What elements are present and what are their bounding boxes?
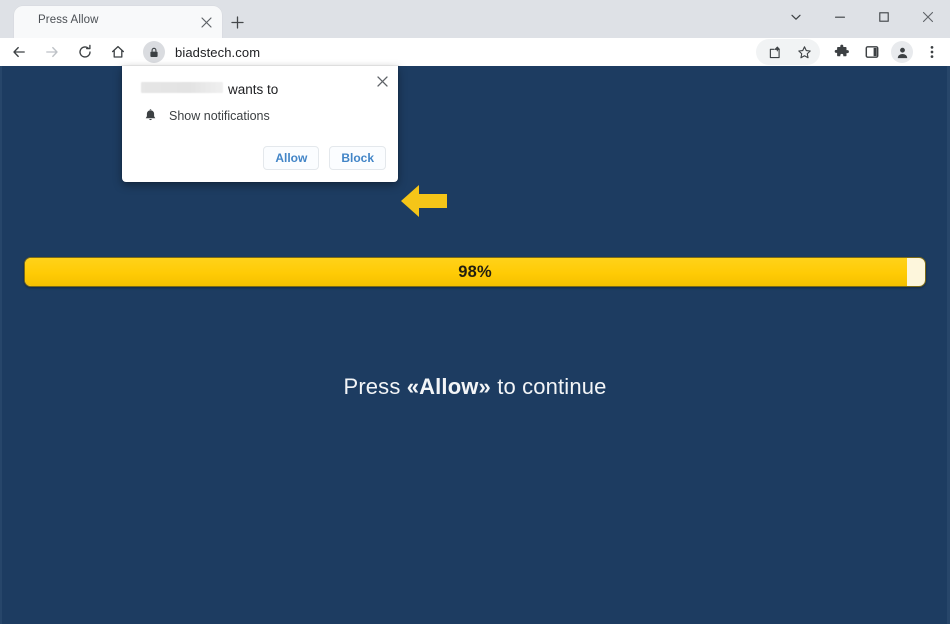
progress-percent-label: 98% xyxy=(458,262,492,281)
redacted-site-name xyxy=(141,82,223,93)
minimize-icon[interactable] xyxy=(818,0,862,34)
headline-before: Press xyxy=(343,374,407,399)
download-progress-bar: 98% xyxy=(24,257,926,287)
browser-window: Press Allow biadstech.com 98% Press «All… xyxy=(0,0,950,624)
headline-emphasis: «Allow» xyxy=(406,374,491,399)
dialog-title: wants to xyxy=(141,82,278,97)
lock-icon[interactable] xyxy=(143,41,165,63)
bell-icon xyxy=(141,107,159,125)
tab-press-allow[interactable]: Press Allow xyxy=(14,6,222,38)
share-icon[interactable] xyxy=(760,38,788,66)
side-panel-icon[interactable] xyxy=(858,38,886,66)
tab-strip: Press Allow xyxy=(0,0,950,38)
press-allow-headline: Press «Allow» to continue xyxy=(0,374,950,400)
forward-arrow-icon[interactable] xyxy=(38,38,66,66)
tab-title: Press Allow xyxy=(38,14,99,26)
page-scrollbar[interactable] xyxy=(940,66,947,624)
viewport-left-edge xyxy=(0,66,2,624)
home-icon[interactable] xyxy=(104,38,132,66)
close-window-icon[interactable] xyxy=(906,0,950,34)
allow-button[interactable]: Allow xyxy=(263,146,320,170)
tab-close-icon[interactable] xyxy=(198,14,214,30)
browser-chrome: Press Allow biadstech.com xyxy=(0,0,950,66)
dialog-actions: Allow Block xyxy=(263,146,386,170)
permission-label: Show notifications xyxy=(169,109,270,123)
left-arrow-icon xyxy=(398,182,450,220)
headline-after: to continue xyxy=(490,374,607,399)
star-icon[interactable] xyxy=(790,38,818,66)
browser-toolbar: biadstech.com xyxy=(0,38,950,66)
dialog-title-suffix: wants to xyxy=(228,82,279,97)
omnibox-action-pill xyxy=(756,39,820,65)
dialog-close-icon[interactable] xyxy=(372,71,392,91)
block-button[interactable]: Block xyxy=(329,146,386,170)
url-text[interactable]: biadstech.com xyxy=(175,45,260,60)
address-bar[interactable]: biadstech.com xyxy=(141,40,750,64)
permission-row: Show notifications xyxy=(141,107,270,125)
puzzle-icon[interactable] xyxy=(828,38,856,66)
window-controls xyxy=(774,0,950,34)
toolbar-actions xyxy=(756,38,950,66)
reload-icon[interactable] xyxy=(71,38,99,66)
new-tab-button[interactable] xyxy=(224,10,250,34)
profile-avatar-icon[interactable] xyxy=(888,38,916,66)
three-dot-menu-icon[interactable] xyxy=(918,38,946,66)
tab-search-chevron-down-icon[interactable] xyxy=(774,0,818,34)
back-arrow-icon[interactable] xyxy=(5,38,33,66)
maximize-icon[interactable] xyxy=(862,0,906,34)
notification-permission-dialog: wants to Show notifications Allow Block xyxy=(122,66,398,182)
